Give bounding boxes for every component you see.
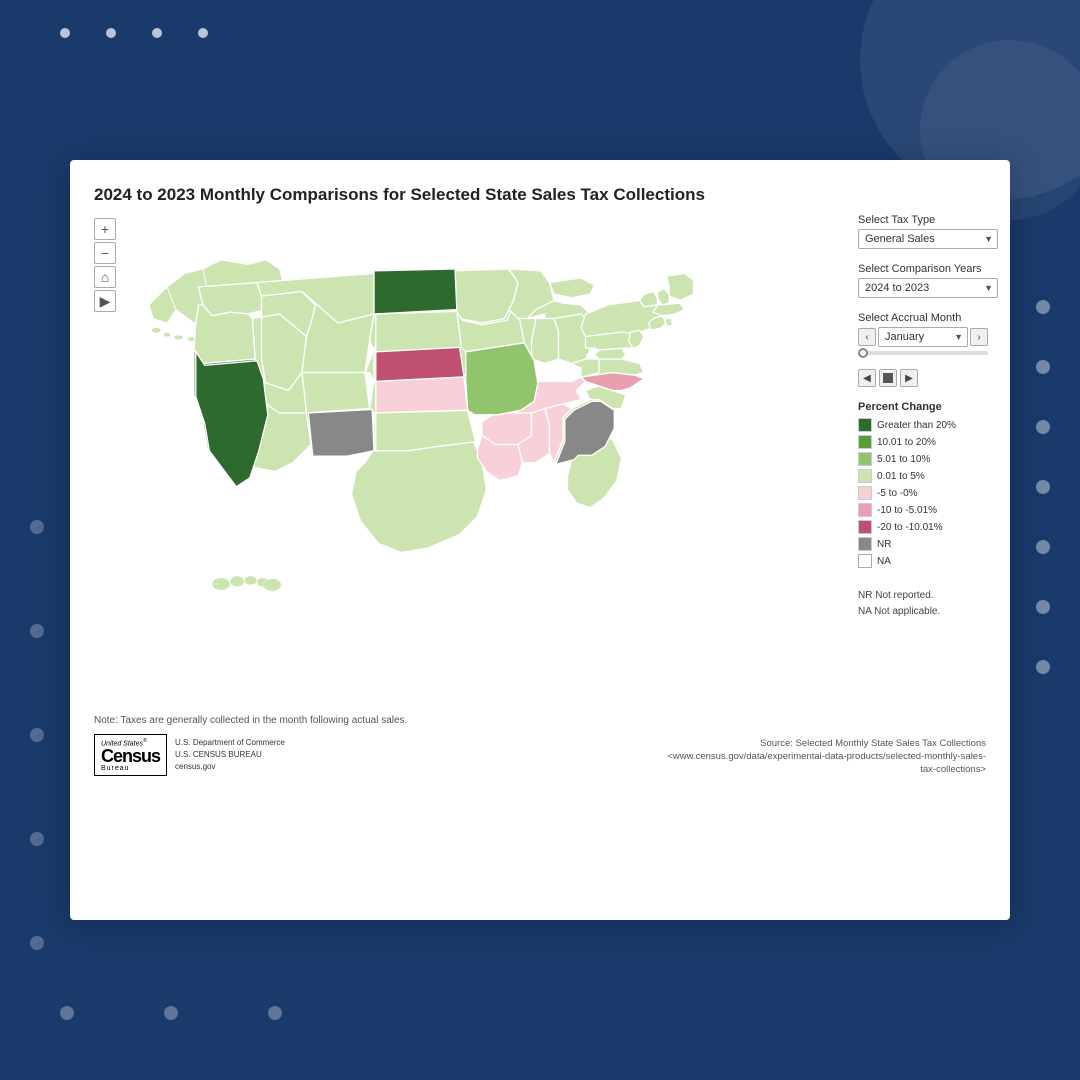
census-dept-info: U.S. Department of Commerce U.S. CENSUS … <box>175 737 285 773</box>
legend-swatch-neg5-0 <box>858 486 872 500</box>
month-slider-thumb <box>858 348 868 358</box>
main-card: 2024 to 2023 Monthly Comparisons for Sel… <box>70 160 1010 920</box>
controls-panel: Select Tax Type General Sales Individual… <box>858 214 1013 703</box>
footer-note: Note: Taxes are generally collected in t… <box>94 715 407 726</box>
us-map <box>122 218 842 698</box>
stop-icon <box>883 373 893 383</box>
comparison-years-group: Select Comparison Years 2024 to 2023 202… <box>858 263 1013 298</box>
legend-swatch-neg20-neg10 <box>858 520 872 534</box>
legend-label-0-5: 0.01 to 5% <box>877 471 925 482</box>
legend-item-gt20: Greater than 20% <box>858 418 1013 432</box>
legend-title: Percent Change <box>858 401 1013 413</box>
legend-notes: NR Not reported. NA Not applicable. <box>858 588 1013 620</box>
animation-controls: ◀ ▶ <box>858 369 1013 387</box>
legend-item-neg5-0: -5 to -0% <box>858 486 1013 500</box>
month-next-button[interactable]: › <box>970 328 988 346</box>
zoom-out-button[interactable]: − <box>94 242 116 264</box>
tax-type-group: Select Tax Type General Sales Individual… <box>858 214 1013 249</box>
legend-item-5-10: 5.01 to 10% <box>858 452 1013 466</box>
comparison-years-label: Select Comparison Years <box>858 263 1013 275</box>
tax-type-select[interactable]: General Sales Individual Income Corporat… <box>858 229 998 249</box>
legend-item-neg20-neg10: -20 to -10.01% <box>858 520 1013 534</box>
zoom-in-button[interactable]: + <box>94 218 116 240</box>
map-controls: + − ⌂ ▶ <box>94 218 116 312</box>
legend-swatch-5-10 <box>858 452 872 466</box>
legend-item-nr: NR <box>858 537 1013 551</box>
legend-swatch-na <box>858 554 872 568</box>
legend-swatch-10-20 <box>858 435 872 449</box>
accrual-month-label: Select Accrual Month <box>858 312 1013 324</box>
page-title: 2024 to 2023 Monthly Comparisons for Sel… <box>94 184 705 206</box>
legend-swatch-0-5 <box>858 469 872 483</box>
comparison-years-select-wrapper: 2024 to 2023 2023 to 2022 2022 to 2021 ▼ <box>858 278 998 298</box>
legend-note-na: NA Not applicable. <box>858 604 1013 620</box>
legend-item-na: NA <box>858 554 1013 568</box>
map-section: + − ⌂ ▶ <box>94 214 842 703</box>
legend-item-neg10-neg5: -10 to -5.01% <box>858 503 1013 517</box>
legend-item-10-20: 10.01 to 20% <box>858 435 1013 449</box>
month-select[interactable]: January February March April May June Ju… <box>878 327 968 347</box>
arrow-button[interactable]: ▶ <box>94 290 116 312</box>
legend-label-10-20: 10.01 to 20% <box>877 437 936 448</box>
legend-label-gt20: Greater than 20% <box>877 420 956 431</box>
home-button[interactable]: ⌂ <box>94 266 116 288</box>
source-url: <www.census.gov/data/experimental-data-p… <box>666 750 986 777</box>
tax-type-select-wrapper: General Sales Individual Income Corporat… <box>858 229 998 249</box>
legend-swatch-nr <box>858 537 872 551</box>
census-logo: United States® Census Bureau U.S. Depart… <box>94 734 407 776</box>
legend-item-0-5: 0.01 to 5% <box>858 469 1013 483</box>
accrual-month-group: Select Accrual Month ‹ January February … <box>858 312 1013 355</box>
legend-note-nr: NR Not reported. <box>858 588 1013 604</box>
legend-label-nr: NR <box>877 539 891 550</box>
month-nav: ‹ January February March April May June … <box>858 327 1013 347</box>
month-slider[interactable] <box>858 351 988 355</box>
legend: Percent Change Greater than 20% 10.01 to… <box>858 401 1013 620</box>
legend-label-neg5-0: -5 to -0% <box>877 488 918 499</box>
tax-type-label: Select Tax Type <box>858 214 1013 226</box>
anim-prev-button[interactable]: ◀ <box>858 369 876 387</box>
census-logo-text: United States® Census Bureau <box>101 738 160 772</box>
card-footer: Note: Taxes are generally collected in t… <box>94 715 986 776</box>
legend-swatch-neg10-neg5 <box>858 503 872 517</box>
anim-stop-button[interactable] <box>879 369 897 387</box>
anim-next-button[interactable]: ▶ <box>900 369 918 387</box>
source-label: Source: Selected Monthly State Sales Tax… <box>666 737 986 750</box>
legend-swatch-gt20 <box>858 418 872 432</box>
month-select-wrapper: January February March April May June Ju… <box>878 327 968 347</box>
legend-label-neg20-neg10: -20 to -10.01% <box>877 522 943 533</box>
legend-label-neg10-neg5: -10 to -5.01% <box>877 505 937 516</box>
legend-label-na: NA <box>877 556 891 567</box>
comparison-years-select[interactable]: 2024 to 2023 2023 to 2022 2022 to 2021 <box>858 278 998 298</box>
source-text: Source: Selected Monthly State Sales Tax… <box>666 737 986 777</box>
month-prev-button[interactable]: ‹ <box>858 328 876 346</box>
legend-label-5-10: 5.01 to 10% <box>877 454 930 465</box>
